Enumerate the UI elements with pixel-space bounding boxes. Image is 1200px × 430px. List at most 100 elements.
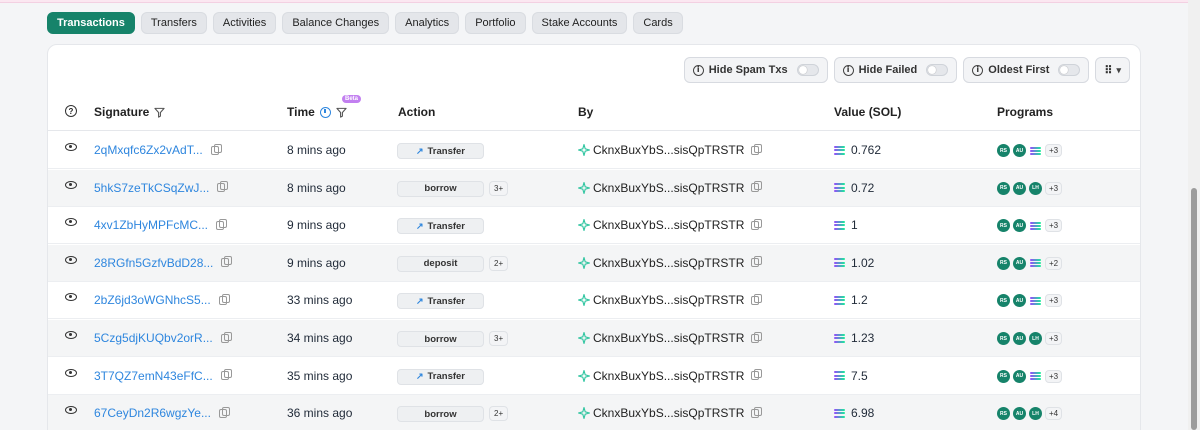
page-scrollbar[interactable] (1188, 0, 1200, 430)
tab-cards[interactable]: Cards (633, 12, 683, 34)
program-icon[interactable]: LH (1029, 407, 1042, 421)
address-link[interactable]: CknxBuxYbS...sisQpTRSTR (593, 293, 744, 307)
filter-icon[interactable] (336, 107, 347, 118)
filter-icon[interactable] (154, 107, 165, 118)
clock-icon[interactable] (319, 106, 331, 118)
eye-icon[interactable] (65, 180, 77, 189)
program-icon[interactable]: RS (997, 294, 1010, 308)
table-row[interactable]: 2qMxqfc6Zx2vAdT... 8 mins ago ↗ Transfer Ckn… (48, 132, 1140, 169)
eye-icon[interactable] (65, 368, 77, 377)
copy-icon[interactable] (751, 143, 763, 155)
hide-spam-toggle[interactable]: i Hide Spam Txs (683, 57, 828, 83)
tab-analytics[interactable]: Analytics (395, 12, 460, 34)
table-row[interactable]: 67CeyDn2R6wgzYe... 36 mins ago borrow 2+ Ckn… (48, 395, 1140, 430)
program-icon[interactable]: LH (1029, 332, 1042, 345)
eye-icon[interactable] (65, 293, 77, 302)
toggle-switch[interactable] (796, 64, 819, 76)
view-details-button[interactable] (65, 255, 77, 264)
copy-icon[interactable] (751, 369, 763, 381)
program-icon[interactable]: AU (1013, 294, 1026, 308)
signature-link[interactable]: 5hkS7zeTkCSqZwJ... (94, 181, 209, 195)
copy-icon[interactable] (218, 293, 230, 305)
address-link[interactable]: CknxBuxYbS...sisQpTRSTR (593, 218, 744, 232)
hide-failed-toggle[interactable]: i Hide Failed (833, 57, 958, 83)
more-actions-badge[interactable]: 2+ (489, 255, 509, 271)
program-icon[interactable]: AU (1013, 256, 1026, 270)
action-badge[interactable]: borrow (397, 406, 484, 423)
oldest-first-toggle[interactable]: i Oldest First (963, 57, 1090, 83)
view-details-button[interactable] (65, 293, 77, 302)
address-link[interactable]: CknxBuxYbS...sisQpTRSTR (593, 331, 744, 345)
program-icon[interactable]: AU (1013, 181, 1026, 195)
action-badge[interactable]: ↗ Transfer (397, 368, 484, 385)
table-row[interactable]: 4xv1ZbHyMPFcMC... 9 mins ago ↗ Transfer Cknx… (48, 207, 1140, 245)
copy-icon[interactable] (220, 369, 232, 381)
action-badge[interactable]: ↗ Transfer (397, 143, 484, 159)
program-icon[interactable]: RS (997, 219, 1010, 233)
eye-icon[interactable] (65, 406, 77, 415)
more-programs-badge[interactable]: +3 (1045, 294, 1063, 308)
program-icon[interactable]: AU (1013, 332, 1026, 345)
address-link[interactable]: CknxBuxYbS...sisQpTRSTR (593, 406, 744, 420)
action-badge[interactable]: deposit (397, 255, 484, 272)
action-badge[interactable]: ↗ Transfer (397, 293, 484, 310)
tab-transactions[interactable]: Transactions (47, 12, 135, 34)
toggle-switch[interactable] (926, 64, 949, 76)
copy-icon[interactable] (210, 143, 222, 155)
more-programs-badge[interactable]: +3 (1045, 144, 1063, 157)
program-icon[interactable]: RS (997, 407, 1010, 421)
copy-icon[interactable] (220, 331, 232, 343)
solana-program-icon[interactable] (1029, 370, 1042, 383)
copy-icon[interactable] (751, 331, 763, 343)
signature-link[interactable]: 2bZ6jd3oWGNhcS5... (94, 293, 211, 307)
copy-icon[interactable] (217, 181, 229, 193)
program-icon[interactable]: LH (1029, 181, 1042, 195)
help-column-header[interactable]: ? (65, 105, 77, 117)
address-link[interactable]: CknxBuxYbS...sisQpTRSTR (593, 181, 744, 195)
more-programs-badge[interactable]: +3 (1045, 181, 1063, 195)
program-icon[interactable]: AU (1013, 369, 1026, 383)
signature-link[interactable]: 3T7QZ7emN43eFfC... (94, 369, 213, 383)
program-icon[interactable]: RS (997, 181, 1010, 195)
tab-transfers[interactable]: Transfers (140, 12, 207, 34)
view-details-button[interactable] (65, 331, 77, 339)
program-icon[interactable]: AU (1013, 144, 1026, 157)
view-details-button[interactable] (65, 180, 77, 189)
address-link[interactable]: CknxBuxYbS...sisQpTRSTR (593, 369, 744, 383)
copy-icon[interactable] (751, 406, 763, 418)
eye-icon[interactable] (65, 331, 77, 339)
solana-program-icon[interactable] (1029, 219, 1042, 232)
view-details-button[interactable] (65, 406, 77, 415)
tab-stake-accounts[interactable]: Stake Accounts (531, 12, 628, 34)
eye-icon[interactable] (65, 218, 77, 227)
signature-link[interactable]: 5Czg5djKUQbv2orR... (94, 331, 213, 345)
table-row[interactable]: 5Czg5djKUQbv2orR... 34 mins ago borrow 3+ Ck… (48, 320, 1140, 357)
more-programs-badge[interactable]: +2 (1045, 256, 1063, 270)
program-icon[interactable]: AU (1013, 407, 1026, 421)
more-programs-badge[interactable]: +4 (1045, 407, 1063, 421)
program-icon[interactable]: AU (1013, 219, 1026, 233)
signature-link[interactable]: 4xv1ZbHyMPFcMC... (94, 218, 208, 232)
tab-activities[interactable]: Activities (212, 12, 277, 34)
table-row[interactable]: 5hkS7zeTkCSqZwJ... 8 mins ago borrow 3+ Cknx… (48, 169, 1140, 207)
toggle-switch[interactable] (1058, 64, 1081, 76)
signature-link[interactable]: 28RGfn5GzfvBdD28... (94, 256, 213, 270)
program-icon[interactable]: RS (997, 256, 1010, 270)
more-actions-badge[interactable]: 3+ (489, 180, 509, 196)
solana-program-icon[interactable] (1029, 144, 1042, 157)
program-icon[interactable]: RS (997, 369, 1010, 383)
question-icon[interactable]: ? (65, 105, 77, 117)
column-settings-button[interactable]: ⠿ ▾ (1095, 57, 1130, 83)
copy-icon[interactable] (751, 218, 763, 230)
more-programs-badge[interactable]: +3 (1045, 369, 1063, 383)
more-actions-badge[interactable]: 2+ (489, 406, 509, 422)
copy-icon[interactable] (221, 256, 233, 268)
copy-icon[interactable] (218, 406, 230, 418)
program-icon[interactable]: RS (997, 332, 1010, 345)
address-link[interactable]: CknxBuxYbS...sisQpTRSTR (593, 143, 744, 157)
scrollbar-thumb[interactable] (1191, 188, 1197, 430)
view-details-button[interactable] (65, 143, 77, 151)
copy-icon[interactable] (751, 256, 763, 268)
view-details-button[interactable] (65, 368, 77, 377)
view-details-button[interactable] (65, 218, 77, 227)
